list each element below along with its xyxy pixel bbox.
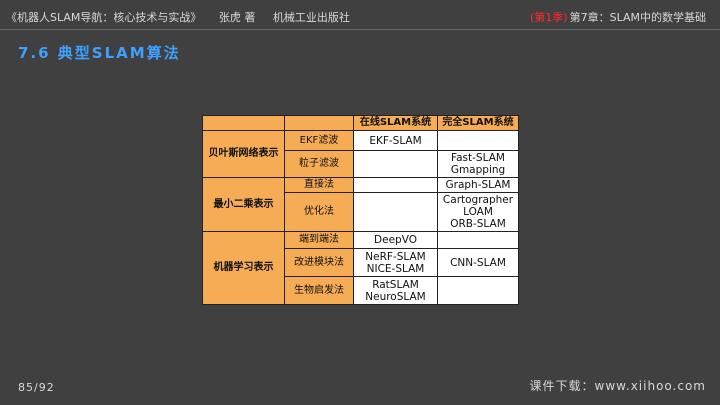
full-line: Fast-SLAM (451, 152, 505, 164)
full-line: ORB-SLAM (450, 218, 506, 230)
method-cell: EKF滤波 (284, 130, 354, 151)
corner-cell (202, 115, 285, 131)
season-label: (第1季) (530, 11, 568, 24)
section-title: 7.6 典型SLAM算法 (18, 44, 181, 62)
online-line: NeuroSLAM (365, 290, 426, 303)
method-cell: 端到端法 (284, 231, 354, 249)
publisher: 机械工业出版社 (272, 11, 350, 24)
online-cell: EKF-SLAM (353, 130, 438, 151)
online-line: NICE-SLAM (366, 262, 425, 275)
group-machine-learning: 机器学习表示 (202, 231, 285, 305)
method-cell: 改进模块法 (284, 248, 354, 277)
slam-algorithms-table: 在线SLAM系统 完全SLAM系统 贝叶斯网络表示 EKF滤波 EKF-SLAM… (202, 115, 519, 305)
full-cell (437, 276, 519, 305)
online-line: RatSLAM (372, 278, 419, 291)
online-cell: DeepVO (353, 231, 438, 249)
group-least-squares: 最小二乘表示 (202, 177, 285, 232)
full-line: LOAM (463, 206, 493, 218)
corner-cell (284, 115, 354, 131)
full-cell: CNN-SLAM (437, 248, 519, 277)
online-cell: RatSLAM NeuroSLAM (353, 276, 438, 305)
header-left: 《机器人SLAM导航：核心技术与实战》 张虎 著 机械工业出版社 (6, 9, 364, 25)
online-cell (353, 150, 438, 178)
online-cell: NeRF-SLAM NICE-SLAM (353, 248, 438, 277)
col-header-online: 在线SLAM系统 (353, 115, 438, 131)
download-link[interactable]: 课件下载：www.xiihoo.com (530, 377, 706, 394)
full-cell: Fast-SLAM Gmapping (437, 150, 519, 178)
header-right: (第1季) 第7章：SLAM中的数学基础 (530, 9, 706, 25)
group-bayesian: 贝叶斯网络表示 (202, 130, 285, 178)
online-cell (353, 177, 438, 193)
online-cell (353, 192, 438, 232)
full-cell: Graph-SLAM (437, 177, 519, 193)
header-divider (0, 29, 720, 30)
method-cell: 生物启发法 (284, 276, 354, 305)
author: 张虎 著 (218, 11, 256, 24)
method-cell: 直接法 (284, 177, 354, 193)
full-cell: Cartographer LOAM ORB-SLAM (437, 192, 519, 232)
book-title: 《机器人SLAM导航：核心技术与实战》 (6, 11, 202, 24)
full-cell (437, 130, 519, 151)
col-header-full: 完全SLAM系统 (437, 115, 519, 131)
page-number: 85/92 (18, 381, 55, 394)
method-cell: 粒子滤波 (284, 150, 354, 178)
full-line: Gmapping (450, 164, 506, 176)
full-cell (437, 231, 519, 249)
online-line: NeRF-SLAM (365, 250, 426, 263)
full-line: Cartographer (442, 194, 514, 206)
method-cell: 优化法 (284, 192, 354, 232)
chapter-label: 第7章：SLAM中的数学基础 (569, 11, 706, 24)
